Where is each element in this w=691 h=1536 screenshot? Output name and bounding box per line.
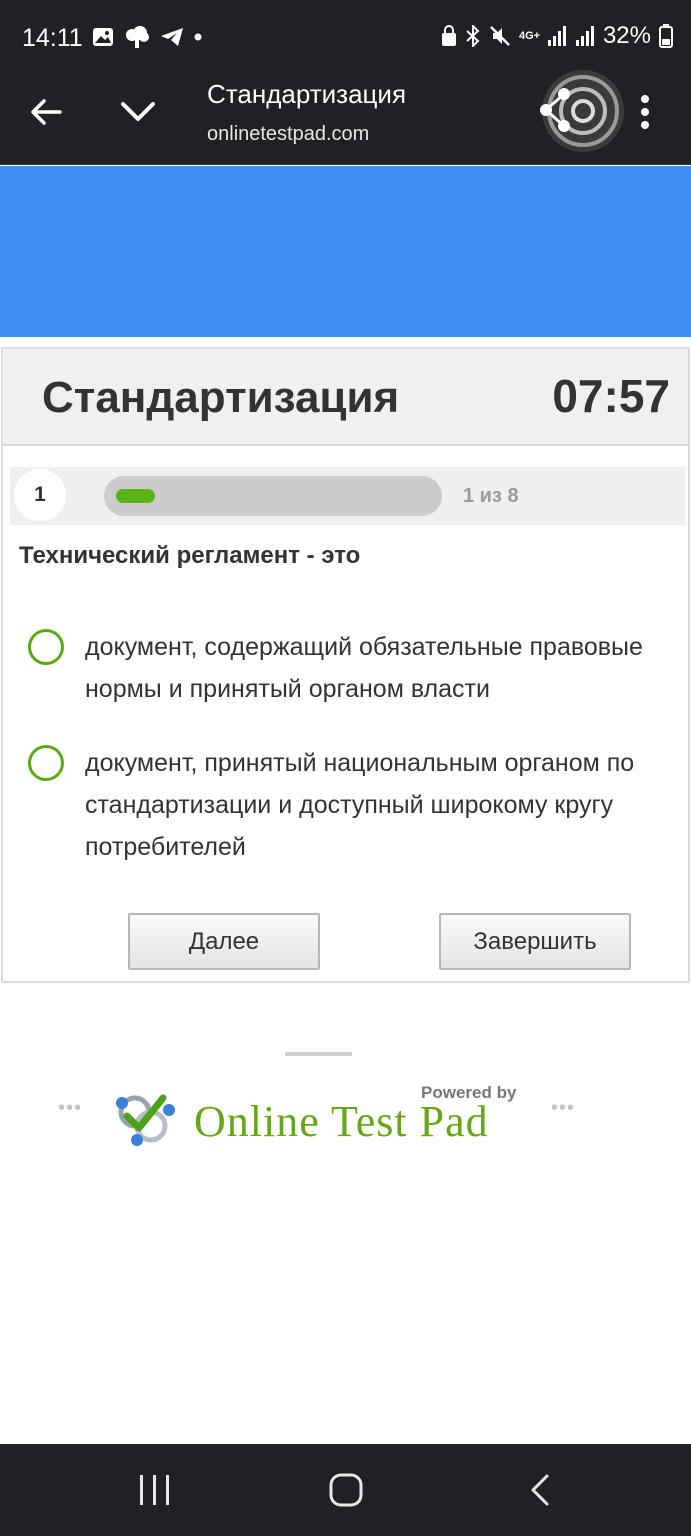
footer-divider <box>285 1052 352 1056</box>
radio-button[interactable] <box>28 745 64 781</box>
notification-icons <box>92 26 202 48</box>
top-banner <box>0 166 691 337</box>
radio-button[interactable] <box>28 629 64 665</box>
signal-icon-1 <box>547 26 566 46</box>
test-timer: 07:57 <box>552 370 670 422</box>
app-root: 14:11 4G+ 32% Стандартизация onlinetestp… <box>0 0 691 1536</box>
question-text: Технический регламент - это <box>19 542 361 569</box>
network-type: 4G+ <box>518 29 541 42</box>
bluetooth-icon <box>466 25 480 47</box>
progress-row: 1 1 из 8 <box>10 467 685 525</box>
answer-option-text: документ, принятый национальным органом … <box>85 749 635 861</box>
back-arrow-icon[interactable] <box>26 92 66 132</box>
telegram-icon <box>161 28 183 46</box>
cloud-tree-icon <box>126 26 149 48</box>
next-button[interactable]: Далее <box>128 913 320 970</box>
finish-button[interactable]: Завершить <box>439 913 631 970</box>
online-test-pad-logo-icon[interactable] <box>113 1088 177 1148</box>
gallery-icon <box>93 28 113 46</box>
status-time: 14:11 <box>22 24 83 52</box>
test-card: Стандартизация 07:57 1 1 из 8 Технически… <box>1 347 690 983</box>
home-icon[interactable] <box>329 1473 363 1507</box>
chevron-down-icon[interactable] <box>118 92 158 132</box>
question-number-badge: 1 <box>14 469 66 521</box>
progress-fill <box>116 489 155 503</box>
battery-icon <box>659 24 673 48</box>
back-icon[interactable] <box>527 1473 553 1507</box>
system-navigation-bar <box>0 1444 691 1536</box>
test-header: Стандартизация 07:57 <box>3 349 688 446</box>
recent-apps-icon[interactable] <box>137 1473 173 1507</box>
decorative-dots-left: ••• <box>58 1097 83 1119</box>
dot-icon <box>194 33 202 41</box>
decorative-dots-right: ••• <box>551 1097 576 1119</box>
system-icons: 4G+ 32% <box>441 22 673 50</box>
share-icon[interactable] <box>538 66 628 156</box>
progress-track <box>104 476 442 516</box>
signal-icon-2 <box>575 26 594 46</box>
browser-toolbar: Стандартизация onlinetestpad.com <box>0 70 691 165</box>
browser-url: onlinetestpad.com <box>207 123 370 145</box>
progress-label: 1 из 8 <box>463 485 519 507</box>
brand-name-link[interactable]: Online Test Pad <box>194 1096 489 1147</box>
more-options-icon[interactable] <box>630 92 660 132</box>
mute-icon <box>490 26 510 46</box>
browser-page-title: Стандартизация <box>207 79 407 109</box>
battery-percent: 32% <box>602 22 651 49</box>
test-title: Стандартизация <box>42 373 400 422</box>
lock-icon <box>441 25 456 46</box>
answer-option-text: документ, содержащий обязательные правов… <box>85 633 643 703</box>
